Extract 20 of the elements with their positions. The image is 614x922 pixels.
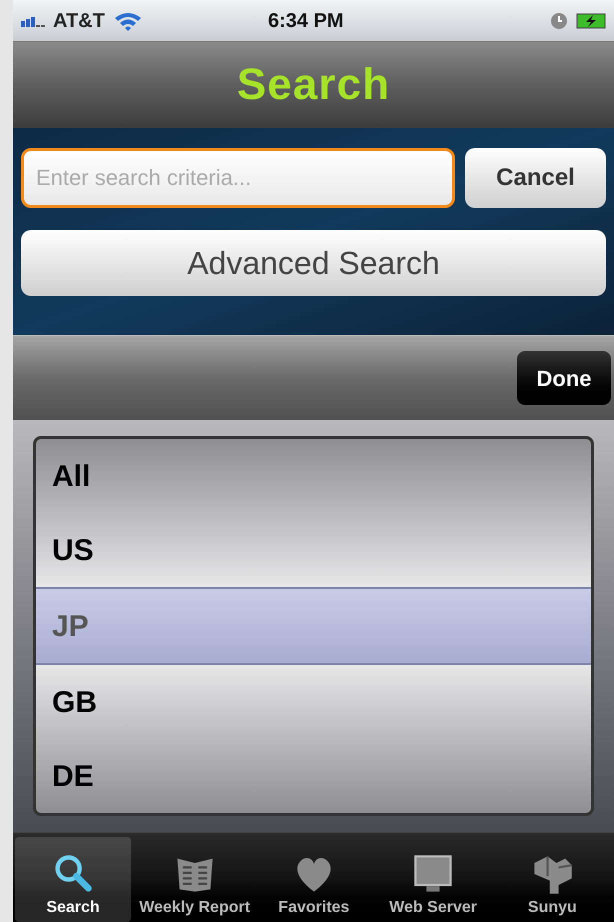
picker-option[interactable]: US <box>36 513 591 587</box>
tab-item[interactable]: Weekly Report <box>135 837 254 922</box>
status-time: 6:34 PM <box>268 8 344 34</box>
picker-option[interactable]: GB <box>36 665 591 739</box>
cancel-button[interactable]: Cancel <box>465 148 606 208</box>
advanced-search-button[interactable]: Advanced Search <box>21 230 606 296</box>
picker-option[interactable]: DE <box>36 739 591 813</box>
battery-charging-icon <box>576 12 606 30</box>
carrier-name: AT&T <box>53 8 105 34</box>
picker-wheel[interactable]: All US JP GB DE <box>33 436 594 816</box>
screen-title: Search <box>236 59 390 111</box>
picker-option[interactable]: JP <box>36 587 591 665</box>
tab-item[interactable]: Sunyu <box>492 837 612 922</box>
tab-item[interactable]: Favorites <box>254 837 374 922</box>
tab-item[interactable]: Search <box>15 837 131 922</box>
clock-icon <box>550 12 568 30</box>
search-field[interactable]: Enter search criteria... <box>21 148 455 208</box>
picker-option[interactable]: All <box>36 439 591 513</box>
done-button[interactable]: Done <box>517 351 611 405</box>
tab-item[interactable]: Web Server <box>374 837 493 922</box>
